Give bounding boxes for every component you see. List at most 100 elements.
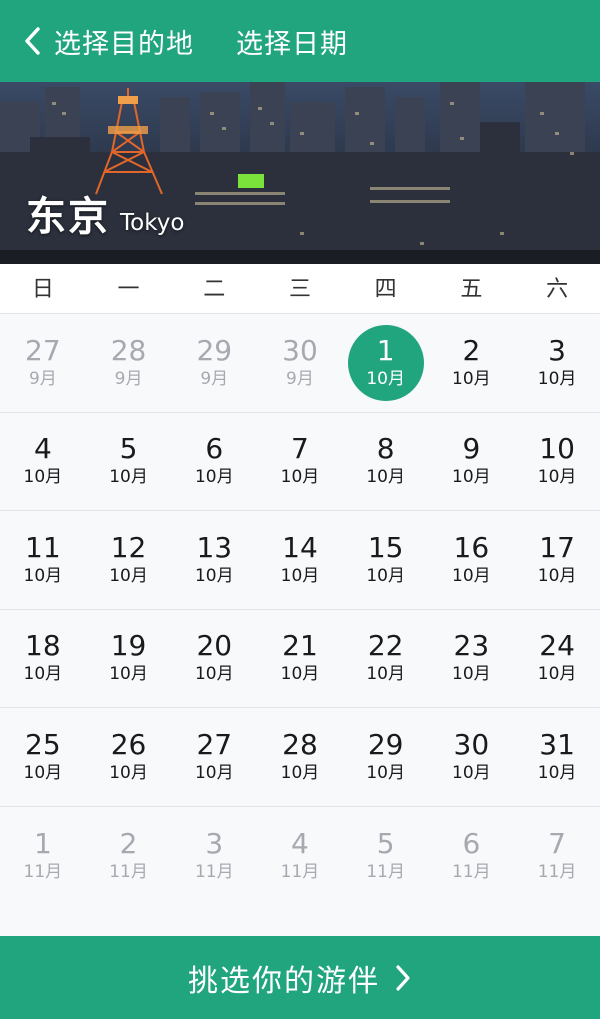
calendar-day-number: 18 [25,629,61,663]
calendar-day-month: 10月 [452,467,491,488]
calendar-day[interactable]: 27 10月 [171,708,257,806]
calendar-day[interactable]: 29 9月 [171,314,257,412]
calendar-day[interactable]: 11 10月 [0,511,86,609]
calendar-day-number: 7 [548,826,566,860]
calendar-day-month: 10月 [366,368,405,389]
calendar-day-month: 11月 [280,861,320,882]
calendar-day[interactable]: 6 10月 [171,413,257,511]
calendar-day[interactable]: 28 9月 [86,314,172,412]
back-button[interactable]: 选择目的地 [0,0,194,82]
calendar-day[interactable]: 12 10月 [86,511,172,609]
calendar-day[interactable]: 25 10月 [0,708,86,806]
calendar-week-row: 27 9月 28 9月 29 9月 30 9月 1 10月 2 10月 3 10月 [0,314,600,413]
calendar-day-number: 6 [462,826,481,860]
calendar-day-month: 9月 [114,368,143,389]
calendar-day-month: 10月 [194,565,234,586]
calendar-day-number: 5 [376,826,395,860]
choose-date-tab[interactable]: 选择日期 [236,22,348,61]
calendar-day[interactable]: 6 11月 [429,807,515,906]
calendar-day[interactable]: 28 10月 [257,708,343,806]
choose-destination-label: 选择目的地 [54,28,194,60]
calendar-day-number: 5 [119,432,138,466]
calendar-day[interactable]: 30 10月 [429,708,515,806]
calendar-day[interactable]: 24 10月 [514,610,600,708]
calendar-day-number: 25 [25,727,61,761]
calendar-day-number: 30 [453,727,490,761]
find-companion-label: 挑选你的游伴 [188,963,380,999]
calendar-day-month: 10月 [109,762,148,783]
calendar-day[interactable]: 29 10月 [343,708,429,806]
calendar-day[interactable]: 4 11月 [257,807,343,906]
calendar-day-number: 2 [462,333,481,367]
calendar-day-month: 10月 [537,467,577,488]
calendar-day[interactable]: 13 10月 [171,511,257,609]
calendar-day-number: 16 [453,530,490,564]
calendar-day[interactable]: 7 11月 [514,807,600,906]
calendar-day[interactable]: 31 10月 [514,708,600,806]
calendar-day-number: 3 [548,333,566,367]
calendar-day[interactable]: 27 9月 [0,314,86,412]
calendar-day[interactable]: 5 10月 [86,413,172,511]
calendar-day-number: 6 [205,432,224,466]
calendar-day[interactable]: 26 10月 [86,708,172,806]
calendar-day-number: 30 [282,333,318,367]
calendar-day-number: 12 [110,530,147,564]
calendar-day[interactable]: 16 10月 [429,511,515,609]
calendar-day-month: 10月 [23,762,63,783]
calendar-day[interactable]: 8 10月 [343,413,429,511]
calendar-day-selected[interactable]: 1 10月 [343,314,429,412]
calendar-day-number: 4 [291,826,309,860]
calendar-day-month: 10月 [280,762,320,783]
calendar-day[interactable]: 14 10月 [257,511,343,609]
calendar-day[interactable]: 17 10月 [514,511,600,609]
calendar-day[interactable]: 21 10月 [257,610,343,708]
calendar-day-month: 10月 [366,467,405,488]
calendar-day[interactable]: 30 9月 [257,314,343,412]
calendar-day[interactable]: 4 10月 [0,413,86,511]
calendar-day[interactable]: 18 10月 [0,610,86,708]
calendar-day-month: 10月 [194,467,234,488]
city-name-english: Tokyo [120,210,185,236]
calendar-day-number: 21 [282,629,318,663]
calendar-day[interactable]: 5 11月 [343,807,429,906]
weekday-header: 日 一 二 三 四 五 六 [0,264,600,314]
calendar-day-number: 27 [25,333,61,367]
calendar-day-number: 2 [119,826,138,860]
calendar-day-month: 10月 [537,664,577,685]
chevron-left-icon [22,26,44,56]
calendar-day[interactable]: 2 10月 [429,314,515,412]
calendar-day[interactable]: 3 11月 [171,807,257,906]
calendar-day-number: 8 [376,432,395,466]
calendar-day[interactable]: 19 10月 [86,610,172,708]
calendar-day[interactable]: 1 11月 [0,807,86,906]
calendar-day-number: 24 [539,629,575,663]
calendar-day[interactable]: 15 10月 [343,511,429,609]
calendar-day-number: 19 [110,629,147,663]
calendar-day[interactable]: 22 10月 [343,610,429,708]
calendar-day-number: 11 [25,530,61,564]
calendar-day-number: 15 [367,530,404,564]
calendar-day-number: 29 [196,333,233,367]
calendar-week-row: 18 10月 19 10月 20 10月 21 10月 22 10月 23 10月 24 10月 [0,609,600,708]
calendar-day-month: 10月 [23,565,63,586]
calendar-day-month: 10月 [537,368,577,389]
calendar-day-month: 10月 [452,664,491,685]
calendar-day[interactable]: 23 10月 [429,610,515,708]
calendar-day[interactable]: 2 11月 [86,807,172,906]
calendar-day-month: 10月 [109,565,148,586]
weekday-sun: 日 [31,277,54,302]
calendar-day[interactable]: 9 10月 [429,413,515,511]
calendar-day-number: 20 [196,629,233,663]
weekday-sat: 六 [546,277,569,302]
calendar-day[interactable]: 3 10月 [514,314,600,412]
calendar-day-month: 10月 [452,565,491,586]
find-companion-button[interactable]: 挑选你的游伴 [0,936,600,1019]
calendar-day-number: 28 [110,333,147,367]
calendar-day[interactable]: 10 10月 [514,413,600,511]
calendar-day-month: 11月 [23,861,63,882]
weekday-wed: 三 [288,277,311,302]
calendar-day[interactable]: 20 10月 [171,610,257,708]
calendar-day-number: 3 [205,826,224,860]
calendar-day[interactable]: 7 10月 [257,413,343,511]
calendar-day-month: 10月 [366,664,405,685]
